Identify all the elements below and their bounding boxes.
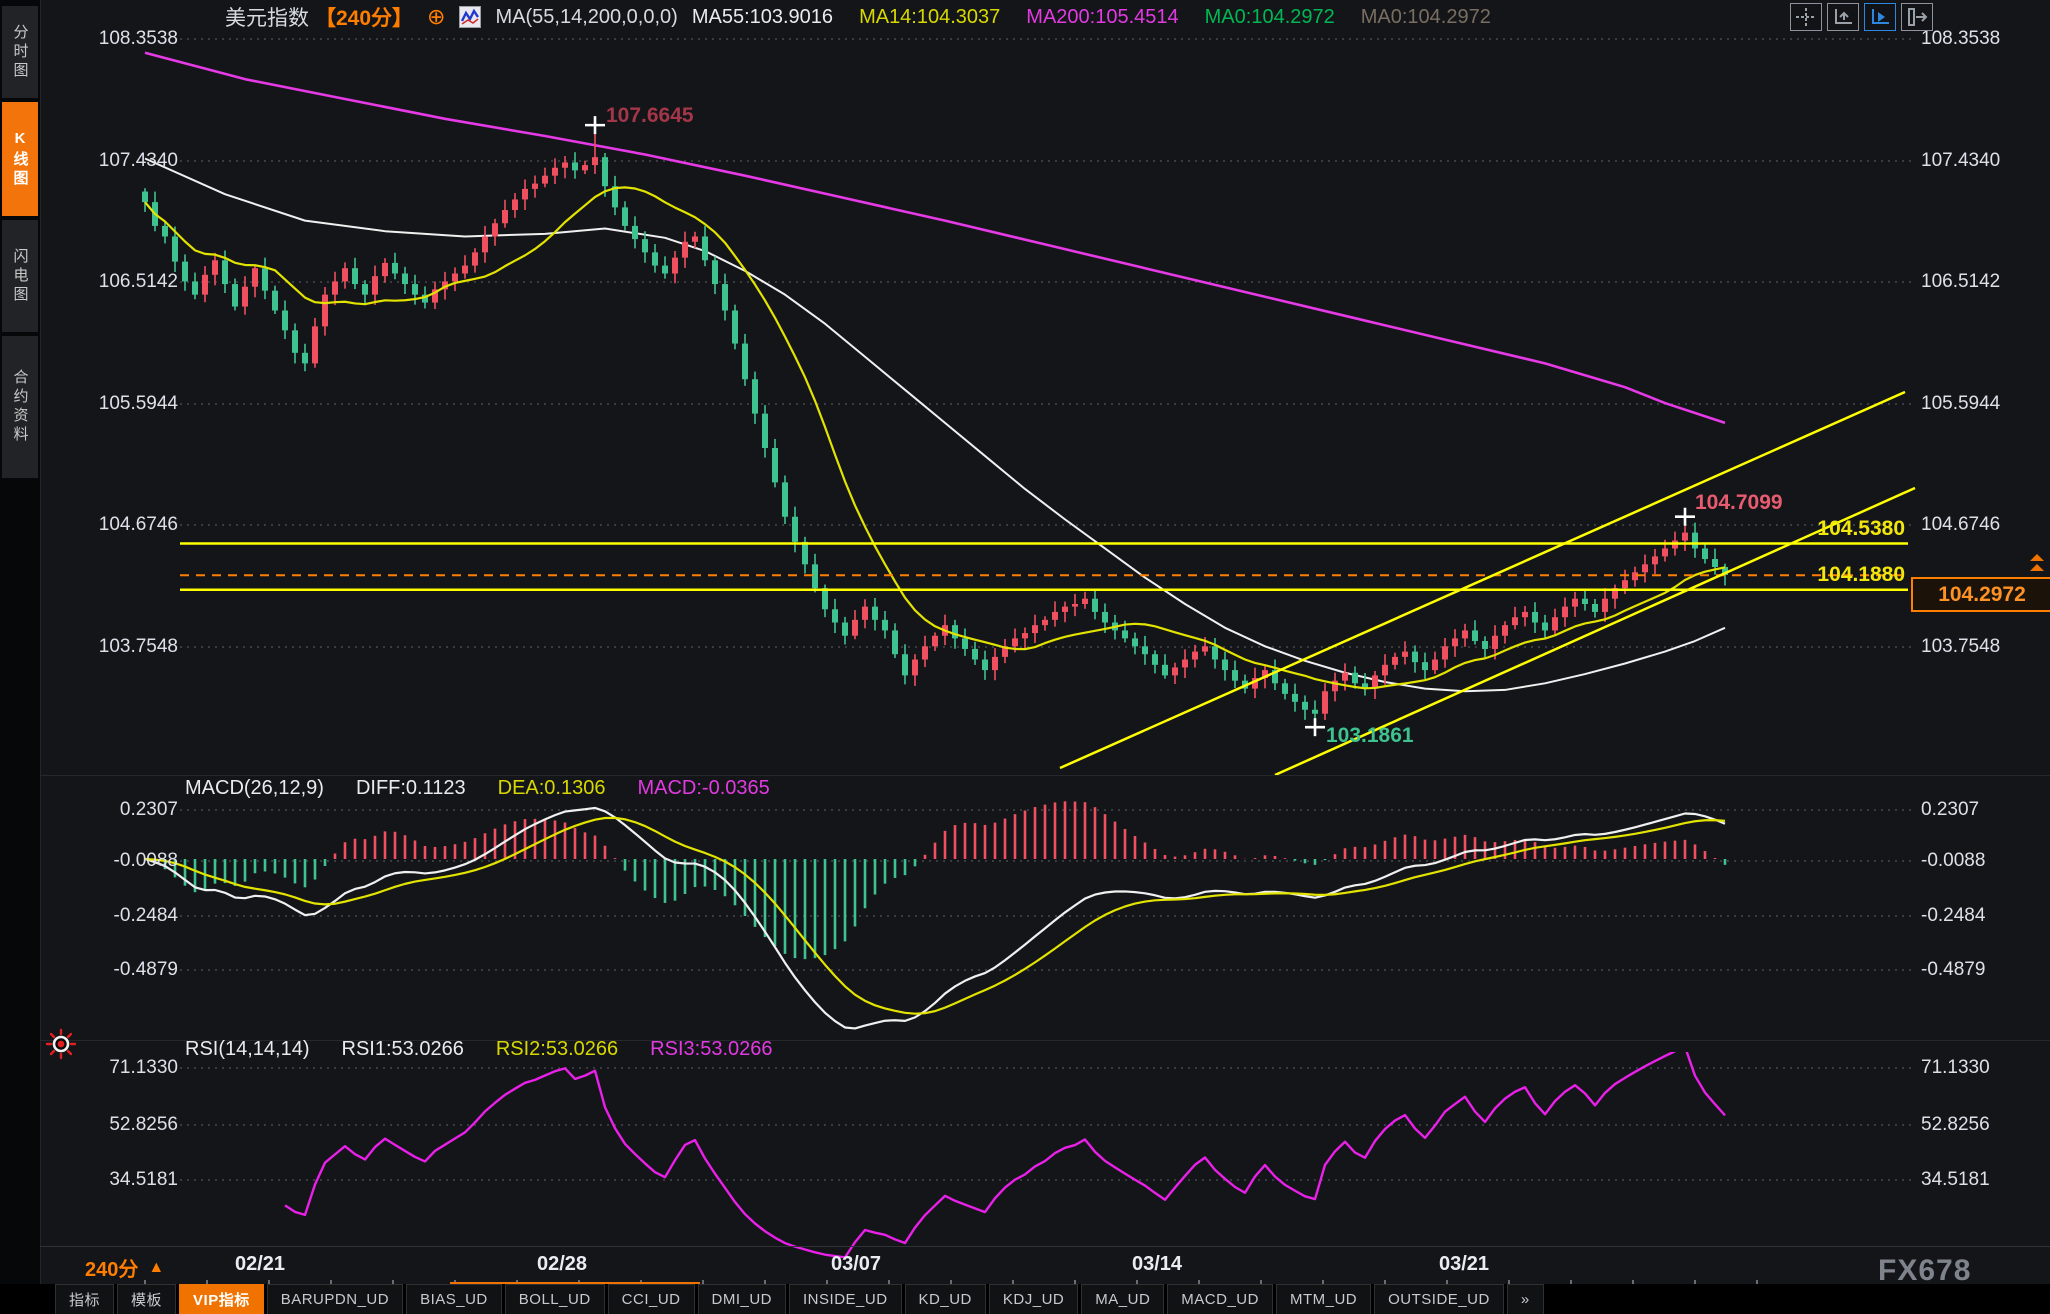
- ma-reading-4: MA0:104.2972: [1205, 6, 1335, 29]
- chart-header: 美元指数 【240分】 ⊕ MA(55,14,200,0,0,0) MA55:1…: [225, 3, 1491, 31]
- macd-axis-label-right: -0.2484: [1921, 905, 2029, 927]
- axis-play-icon[interactable]: [1864, 3, 1896, 31]
- tab-mtm_ud[interactable]: MTM_UD: [1276, 1284, 1371, 1314]
- sidebar-item-4[interactable]: 合约资料: [2, 336, 38, 478]
- price-axis-label-right: 107.4340: [1921, 150, 2029, 172]
- alarm-icon[interactable]: [45, 1028, 77, 1060]
- macd-axis-label-right: 0.2307: [1921, 799, 2029, 821]
- rsi-axis-label-right: 71.1330: [1921, 1057, 2029, 1079]
- swing-low-label: 103.1861: [1326, 724, 1414, 748]
- sidebar-item-1[interactable]: 分时图: [2, 6, 38, 98]
- price-spinner-icon[interactable]: [2025, 552, 2049, 576]
- macd-macd-reading: MACD:-0.0365: [637, 777, 769, 800]
- ma-reading-1: MA55:103.9016: [692, 6, 833, 29]
- tab-kdj_ud[interactable]: KDJ_UD: [989, 1284, 1078, 1314]
- price-axis-label-right: 104.6746: [1921, 514, 2029, 536]
- price-axis-label-right: 106.5142: [1921, 271, 2029, 293]
- date-label: 02/21: [235, 1253, 285, 1276]
- sidebar-item-3[interactable]: 闪电图: [2, 220, 38, 332]
- ma-formula: MA(55,14,200,0,0,0): [495, 6, 677, 29]
- rsi-axis-label-left: 34.5181: [70, 1169, 178, 1191]
- tab-»[interactable]: »: [1507, 1284, 1544, 1314]
- rsi1-reading: RSI1:53.0266: [342, 1038, 464, 1061]
- rsi-axis-label-left: 52.8256: [70, 1114, 178, 1136]
- last-price-box: 104.2972: [1911, 577, 2050, 612]
- swing-high-top-label: 107.6645: [606, 104, 694, 128]
- tab-bias_ud[interactable]: BIAS_UD: [406, 1284, 502, 1314]
- rsi-axis-label-right: 52.8256: [1921, 1114, 2029, 1136]
- chart-canvas[interactable]: [40, 0, 2050, 1314]
- macd-diff-reading: DIFF:0.1123: [356, 777, 466, 800]
- indicator-tabbar: 指标模板VIP指标BARUPDN_UDBIAS_UDBOLL_UDCCI_UDD…: [0, 1284, 2050, 1314]
- period-tag[interactable]: 【240分】: [315, 2, 413, 32]
- tab-dmi_ud[interactable]: DMI_UD: [698, 1284, 787, 1314]
- tab-vip指标[interactable]: VIP指标: [179, 1284, 264, 1314]
- rsi-axis-label-right: 34.5181: [1921, 1169, 2029, 1191]
- ma-reading-5: MA0:104.2972: [1361, 6, 1491, 29]
- price-axis-label-left: 107.4340: [70, 150, 178, 172]
- macd-axis-label-left: -0.2484: [70, 905, 178, 927]
- ma-reading-2: MA14:104.3037: [859, 6, 1000, 29]
- symbol-name: 美元指数: [225, 2, 309, 32]
- watermark: FX678: [1878, 1254, 1971, 1288]
- date-label: 02/28: [537, 1253, 587, 1276]
- support-label: 104.1880: [1795, 563, 1905, 587]
- axis-scale-icon[interactable]: [1827, 3, 1859, 31]
- period-text: 240分: [85, 1253, 138, 1282]
- panel-separator: [40, 775, 2050, 776]
- crosshair-move-icon[interactable]: [1790, 3, 1822, 31]
- price-axis-label-right: 108.3538: [1921, 28, 2029, 50]
- tab-cci_ud[interactable]: CCI_UD: [608, 1284, 695, 1314]
- tab-boll_ud[interactable]: BOLL_UD: [505, 1284, 605, 1314]
- mini-chart-icon[interactable]: [459, 6, 481, 28]
- date-label: 03/14: [1132, 1253, 1182, 1276]
- tab-指标[interactable]: 指标: [55, 1284, 114, 1314]
- app-window: 分时图 K线图闪电图合约资料 美元指数 【240分】 ⊕ MA(55,14,200…: [0, 0, 2050, 1314]
- macd-axis-label-right: -0.4879: [1921, 959, 2029, 981]
- tab-模板[interactable]: 模板: [117, 1284, 176, 1314]
- tab-inside_ud[interactable]: INSIDE_UD: [789, 1284, 902, 1314]
- tab-kd_ud[interactable]: KD_UD: [905, 1284, 986, 1314]
- period-indicator: 240分 ▲: [85, 1253, 164, 1282]
- macd-formula: MACD(26,12,9): [185, 777, 324, 800]
- time-axis: 240分 ▲ 02/21 02/28 03/07 03/14 03/21: [40, 1246, 2050, 1285]
- rsi-formula: RSI(14,14,14): [185, 1038, 310, 1061]
- tab-outside_ud[interactable]: OUTSIDE_UD: [1374, 1284, 1504, 1314]
- price-axis-label-left: 106.5142: [70, 271, 178, 293]
- price-axis-label-left: 104.6746: [70, 514, 178, 536]
- ma-legend: MA55:103.9016 MA14:104.3037 MA200:105.4514…: [692, 6, 1491, 29]
- resistance-label: 104.5380: [1795, 517, 1905, 541]
- ma-reading-3: MA200:105.4514: [1026, 6, 1178, 29]
- chart-area: 美元指数 【240分】 ⊕ MA(55,14,200,0,0,0) MA55:1…: [40, 0, 2050, 1314]
- rsi-axis-label-left: 71.1330: [70, 1057, 178, 1079]
- date-label: 03/07: [831, 1253, 881, 1276]
- macd-axis-label-left: 0.2307: [70, 799, 178, 821]
- rsi2-reading: RSI2:53.0266: [496, 1038, 618, 1061]
- macd-axis-label-right: -0.0088: [1921, 850, 2029, 872]
- rsi-header: RSI(14,14,14) RSI1:53.0266 RSI2:53.0266 …: [185, 1038, 773, 1061]
- target-icon[interactable]: ⊕: [427, 7, 445, 27]
- period-arrow-icon[interactable]: ▲: [148, 1259, 164, 1277]
- price-axis-label-left: 103.7548: [70, 636, 178, 658]
- rsi3-reading: RSI3:53.0266: [650, 1038, 772, 1061]
- macd-header: MACD(26,12,9) DIFF:0.1123 DEA:0.1306 MAC…: [185, 777, 770, 800]
- macd-axis-label-left: -0.4879: [70, 959, 178, 981]
- chart-toolbar: [1790, 3, 1933, 31]
- tab-barupdn_ud[interactable]: BARUPDN_UD: [267, 1284, 403, 1314]
- tab-ma_ud[interactable]: MA_UD: [1081, 1284, 1164, 1314]
- price-axis-label-left: 105.5944: [70, 393, 178, 415]
- macd-dea-reading: DEA:0.1306: [498, 777, 606, 800]
- sidebar: 分时图 K线图闪电图合约资料: [0, 0, 41, 1284]
- recent-high-label: 104.7099: [1695, 491, 1783, 515]
- tab-macd_ud[interactable]: MACD_UD: [1167, 1284, 1273, 1314]
- price-axis-label-left: 108.3538: [70, 28, 178, 50]
- macd-axis-label-left: -0.0088: [70, 850, 178, 872]
- sidebar-item-2[interactable]: K线图: [2, 102, 38, 216]
- price-axis-label-right: 103.7548: [1921, 636, 2029, 658]
- pane-shift-icon[interactable]: [1901, 3, 1933, 31]
- date-label: 03/21: [1439, 1253, 1489, 1276]
- price-axis-label-right: 105.5944: [1921, 393, 2029, 415]
